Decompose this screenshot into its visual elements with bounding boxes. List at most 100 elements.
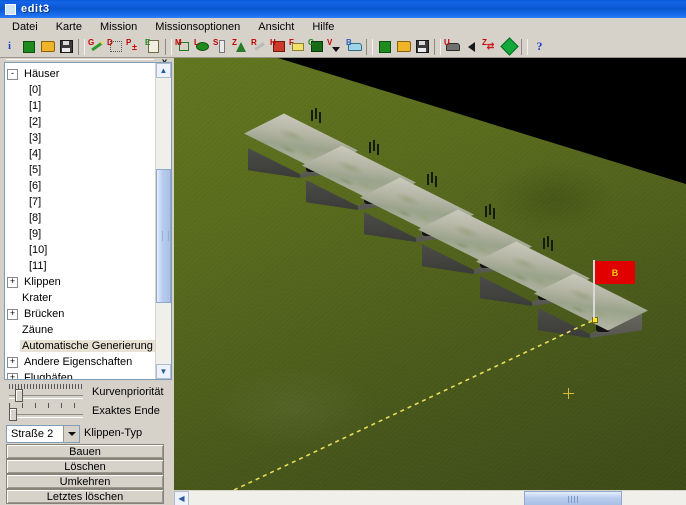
chevron-down-icon[interactable] [63, 426, 79, 442]
expand-icon[interactable]: + [7, 372, 18, 379]
object-tree-panel[interactable]: - Häuser [0] [1] [2] [3] [4] [5] [6] [7] [8] [9] [10… [4, 62, 172, 380]
tree-node[interactable]: [4] [7, 146, 158, 162]
tree-node[interactable]: [3] [7, 130, 158, 146]
stop2-green-icon[interactable] [375, 38, 394, 56]
scroll-down-button[interactable]: ▼ [156, 364, 171, 379]
loeschen-button[interactable]: Löschen [6, 459, 164, 474]
tree-node[interactable]: [10] [7, 242, 158, 258]
exact-end-slider[interactable] [6, 402, 86, 421]
menu-bar: Datei Karte Mission Missionsoptionen Ans… [0, 18, 686, 37]
tree-node-label: Brücken [24, 308, 65, 320]
expand-icon[interactable]: + [7, 276, 18, 288]
open-folder-icon[interactable] [38, 38, 57, 56]
tree-icon[interactable]: Z [231, 38, 250, 56]
tree-node[interactable]: [1] [7, 98, 158, 114]
street-pole-icon[interactable]: S [212, 38, 231, 56]
plus-minus-icon[interactable]: P ± [125, 38, 144, 56]
dropdown-tool-icon[interactable]: V [326, 38, 345, 56]
save-disk2-icon[interactable] [413, 38, 432, 56]
letztes-loeschen-button[interactable]: Letztes löschen [6, 489, 164, 504]
tree-node[interactable]: + Andere Eigenschaften [7, 354, 158, 370]
expand-icon[interactable]: + [7, 356, 18, 368]
scroll-left-button[interactable]: ◀ [174, 491, 189, 505]
tree-node-label: Klippen [24, 276, 61, 288]
house-icon[interactable]: H [269, 38, 288, 56]
expand-icon[interactable]: + [7, 308, 18, 320]
dots-grid-icon[interactable]: D [106, 38, 125, 56]
collapse-icon[interactable]: - [7, 68, 18, 80]
menu-item-ansicht[interactable]: Ansicht [250, 20, 302, 34]
grass-spike [431, 172, 433, 183]
tree-node-label: Andere Eigenschaften [24, 356, 133, 368]
edit-note-icon[interactable]: E [144, 38, 163, 56]
green-diamond-icon[interactable] [500, 37, 519, 56]
open-folder2-icon[interactable] [394, 38, 413, 56]
curve-priority-slider[interactable] [6, 383, 86, 402]
tree-node[interactable]: [6] [7, 178, 158, 194]
lake-icon[interactable]: L [193, 38, 212, 56]
application-window: edit3 Datei Karte Mission Missionsoption… [0, 0, 686, 505]
menu-item-datei[interactable]: Datei [4, 20, 46, 34]
flag-field-icon[interactable]: F [288, 38, 307, 56]
brush-icon[interactable]: R [250, 38, 269, 56]
bauen-button[interactable]: Bauen [6, 444, 164, 459]
info-icon[interactable]: i [0, 38, 19, 56]
grass-spike [489, 204, 491, 215]
tree-node[interactable]: [2] [7, 114, 158, 130]
tree-node[interactable]: [9] [7, 226, 158, 242]
tree-node[interactable]: Zäune [7, 322, 158, 338]
menu-item-missionsoptionen[interactable]: Missionsoptionen [147, 20, 248, 34]
umkehren-button[interactable]: Umkehren [6, 474, 164, 489]
tree-node[interactable]: [8] [7, 210, 158, 226]
mission-lines-icon[interactable]: M [174, 38, 193, 56]
tree-node-label: [3] [29, 132, 42, 144]
tree-node[interactable]: - Häuser [7, 66, 158, 82]
scroll-up-button[interactable]: ▲ [156, 63, 171, 78]
stop-green-icon[interactable] [19, 38, 38, 56]
vehicle-icon[interactable]: B [345, 38, 364, 56]
grass-spike [315, 108, 317, 119]
vertical-scroll-thumb[interactable] [156, 169, 171, 303]
tree-vertical-scrollbar[interactable]: ▲ ▼ [155, 63, 171, 379]
flag-label: B [611, 267, 619, 278]
toolbar-separator-5 [521, 38, 528, 55]
tree-node[interactable]: + Klippen [7, 274, 158, 290]
title-bar: edit3 [0, 0, 686, 18]
tree-node[interactable]: + Brücken [7, 306, 158, 322]
slider-thumb[interactable] [9, 408, 17, 421]
grass-spike [373, 140, 375, 151]
zone-arrows-icon[interactable]: Z ⇄ [481, 38, 500, 56]
tree-node-label: [9] [29, 228, 42, 240]
tree-node[interactable]: Krater [7, 290, 158, 306]
flag-marker-b[interactable]: B [595, 261, 635, 284]
tree-node[interactable]: + Flughäfen [7, 370, 158, 379]
tree-node-label: Häuser [24, 68, 60, 80]
horizontal-scroll-thumb[interactable] [524, 491, 622, 505]
tree-node[interactable]: [5] [7, 162, 158, 178]
sound-speaker-icon[interactable] [462, 38, 481, 56]
tree-node[interactable]: Automatische Generierung [7, 338, 158, 354]
viewport-horizontal-scrollbar[interactable]: ◀ [174, 490, 686, 505]
help-question-icon[interactable]: ? [530, 38, 549, 56]
tree-node-label: [5] [29, 164, 42, 176]
object-tree[interactable]: - Häuser [0] [1] [2] [3] [4] [5] [6] [7] [8] [9] [10… [5, 63, 158, 379]
container-icon[interactable]: C [307, 38, 326, 56]
grass-spike [427, 174, 429, 185]
slider-thumb[interactable] [14, 389, 23, 402]
map-viewport-3d[interactable]: B [174, 58, 686, 490]
tree-node[interactable]: [0] [7, 82, 158, 98]
cliff-type-dropdown[interactable]: Straße 2 [6, 425, 80, 443]
unit-vehicle-icon[interactable]: U [443, 38, 462, 56]
menu-item-karte[interactable]: Karte [48, 20, 90, 34]
menu-item-hilfe[interactable]: Hilfe [304, 20, 342, 34]
save-disk-icon[interactable] [57, 38, 76, 56]
toolbar-separator-3 [366, 38, 373, 55]
tree-node-label: [0] [29, 84, 42, 96]
curve-priority-row: Kurvenpriorität [6, 383, 164, 402]
menu-item-mission[interactable]: Mission [92, 20, 145, 34]
tree-node-label: [11] [29, 260, 47, 272]
tree-node[interactable]: [7] [7, 194, 158, 210]
slider-rail [9, 414, 83, 418]
ground-pen-icon[interactable]: G [87, 38, 106, 56]
tree-node[interactable]: [11] [7, 258, 158, 274]
